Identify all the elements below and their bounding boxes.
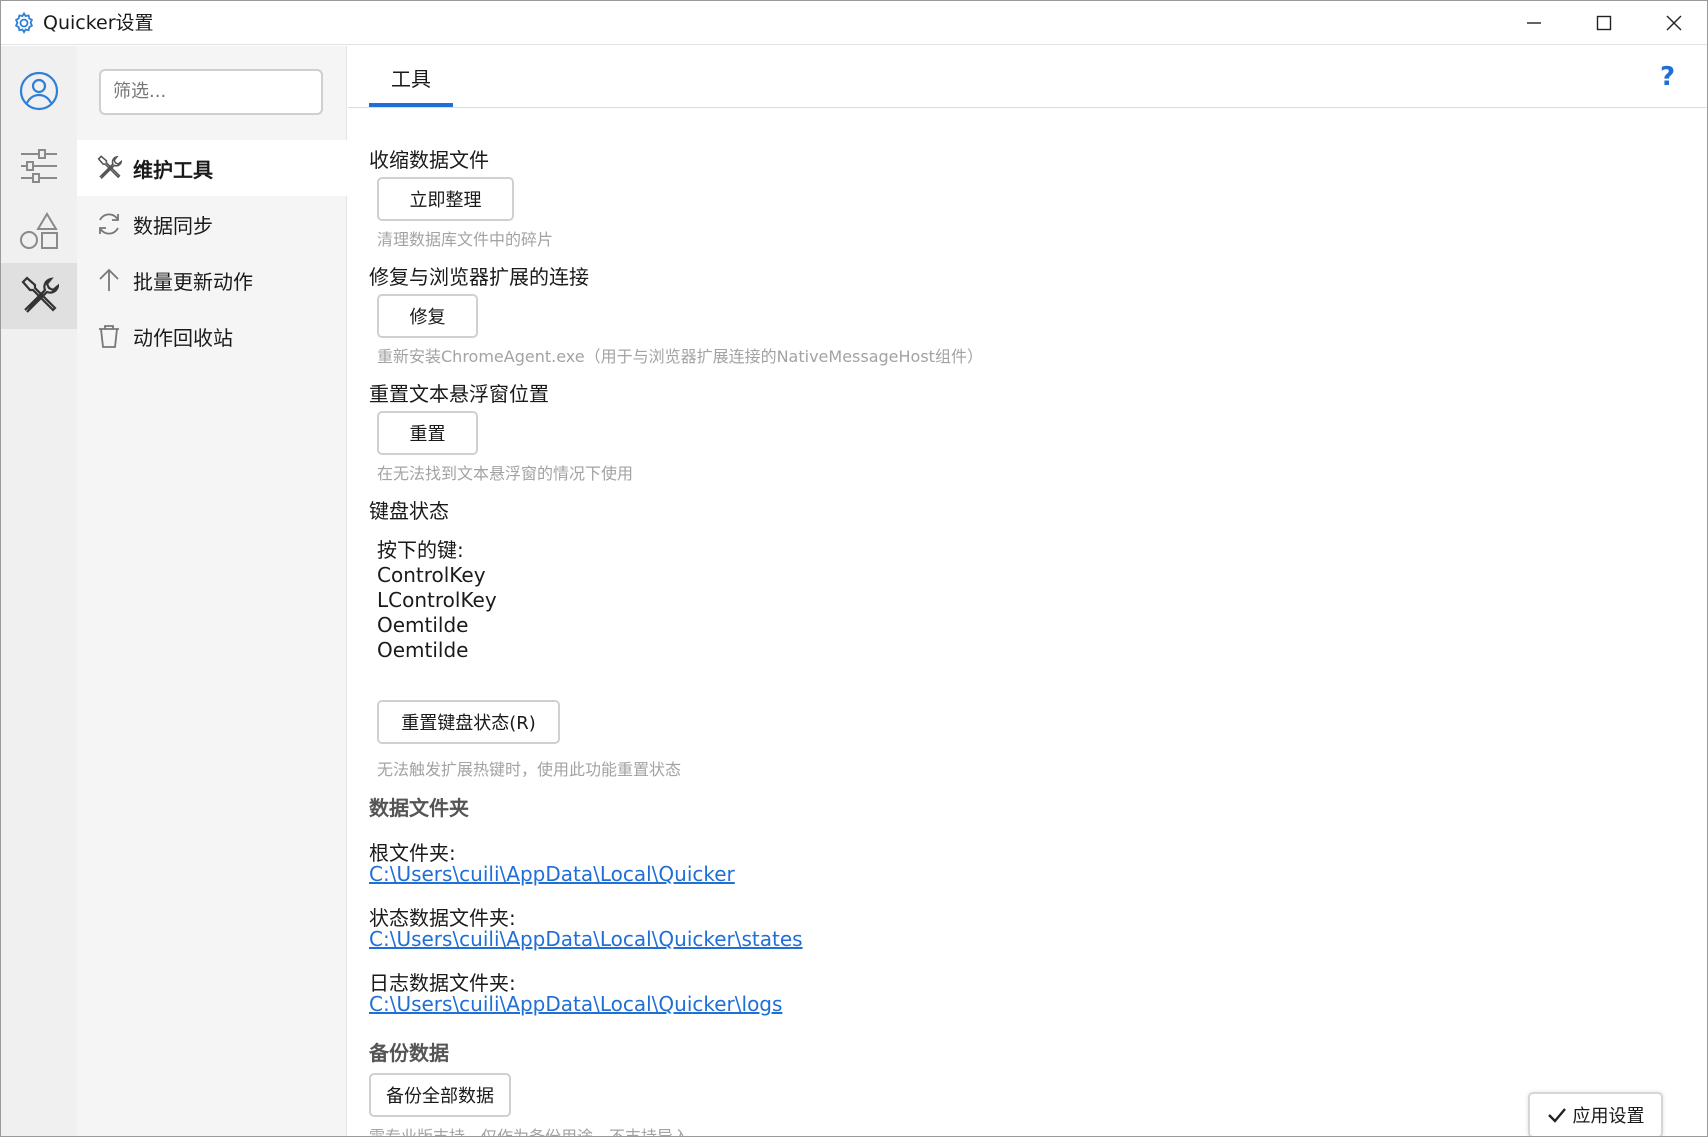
apply-settings-button[interactable]: 应用设置 xyxy=(1528,1092,1663,1136)
nav-item-label: 数据同步 xyxy=(133,213,213,238)
gear-icon xyxy=(14,11,34,34)
shapes-icon xyxy=(20,212,58,249)
data-folder-title: 数据文件夹 xyxy=(369,796,469,820)
compress-hint: 清理数据库文件中的碎片 xyxy=(377,230,554,249)
compress-title: 收缩数据文件 xyxy=(369,148,489,172)
nav-item-label: 批量更新动作 xyxy=(133,269,253,294)
repair-hint: 重新安装ChromeAgent.exe（用于与浏览器扩展连接的NativeMes… xyxy=(377,347,983,366)
root-folder-link[interactable]: C:\Users\cuili\AppData\Local\Quicker xyxy=(369,862,735,886)
pressed-keys-label: 按下的键: xyxy=(377,538,464,562)
log-folder-link[interactable]: C:\Users\cuili\AppData\Local\Quicker\log… xyxy=(369,992,782,1016)
reset-float-button[interactable]: 重置 xyxy=(377,411,478,455)
minimize-button[interactable] xyxy=(1499,1,1569,45)
reset-keyboard-hint: 无法触发扩展热键时，使用此功能重置状态 xyxy=(377,760,682,779)
nav-panel: 筛选... 维护工具 数据同步 批量更新动作 动作回收站 xyxy=(77,46,347,1136)
tab-bar: 工具 ? xyxy=(348,46,1707,108)
close-button[interactable] xyxy=(1639,1,1707,45)
sliders-icon xyxy=(21,149,57,183)
reset-float-hint: 在无法找到文本悬浮窗的情况下使用 xyxy=(377,464,634,483)
reset-keyboard-button[interactable]: 重置键盘状态(R) xyxy=(377,700,560,744)
rail-item-settings[interactable] xyxy=(1,133,77,199)
nav-item-label: 维护工具 xyxy=(133,157,213,182)
rail-item-actions[interactable] xyxy=(1,198,77,264)
pressed-key: LControlKey xyxy=(377,588,497,612)
pressed-key: ControlKey xyxy=(377,563,486,587)
reset-float-title: 重置文本悬浮窗位置 xyxy=(369,382,549,406)
pressed-key: Oemtilde xyxy=(377,613,469,637)
state-folder-link[interactable]: C:\Users\cuili\AppData\Local\Quicker\sta… xyxy=(369,927,803,951)
help-button[interactable]: ? xyxy=(1660,62,1675,92)
rail-item-account[interactable] xyxy=(1,58,77,124)
backup-hint: 需专业版支持，仅作为备份用途，不支持导入 xyxy=(369,1127,690,1137)
tools-icon xyxy=(95,154,123,182)
window-title: Quicker设置 xyxy=(43,12,154,34)
backup-button[interactable]: 备份全部数据 xyxy=(369,1073,511,1117)
nav-item-label: 动作回收站 xyxy=(133,325,233,350)
rail-item-tools[interactable] xyxy=(1,263,77,329)
minimize-icon xyxy=(1527,22,1541,24)
sync-icon xyxy=(95,210,123,238)
nav-item-maintenance[interactable]: 维护工具 xyxy=(77,140,347,196)
keyboard-title: 键盘状态 xyxy=(369,499,449,523)
tools-icon xyxy=(21,276,59,313)
nav-item-sync[interactable]: 数据同步 xyxy=(77,196,347,252)
user-circle-icon xyxy=(19,71,59,111)
compress-button[interactable]: 立即整理 xyxy=(377,177,514,221)
title-bar: Quicker设置 xyxy=(1,1,1707,45)
maximize-icon xyxy=(1596,15,1612,31)
settings-window: Quicker设置 筛选... 维护工具 数据同步 批量更新动作 动作回收站 工… xyxy=(0,0,1708,1137)
repair-title: 修复与浏览器扩展的连接 xyxy=(369,265,589,289)
repair-button[interactable]: 修复 xyxy=(377,294,478,338)
icon-rail xyxy=(1,46,77,1136)
content-area: 工具 ? 收缩数据文件 立即整理 清理数据库文件中的碎片 修复与浏览器扩展的连接… xyxy=(348,46,1707,1137)
filter-input[interactable]: 筛选... xyxy=(99,69,323,115)
backup-title: 备份数据 xyxy=(369,1041,449,1065)
trash-icon xyxy=(95,322,123,350)
nav-item-recycle-bin[interactable]: 动作回收站 xyxy=(77,308,347,364)
maximize-button[interactable] xyxy=(1569,1,1639,45)
tab-tools[interactable]: 工具 xyxy=(369,60,453,108)
nav-item-batch-update[interactable]: 批量更新动作 xyxy=(77,252,347,308)
tab-active-indicator xyxy=(369,103,453,107)
pressed-key: Oemtilde xyxy=(377,638,469,662)
apply-settings-label: 应用设置 xyxy=(1572,1106,1645,1127)
pressed-keys: 按下的键: ControlKey LControlKey Oemtilde Oe… xyxy=(377,538,497,663)
arrow-up-icon xyxy=(95,266,123,294)
close-icon xyxy=(1666,15,1682,31)
check-icon xyxy=(1547,1108,1566,1123)
